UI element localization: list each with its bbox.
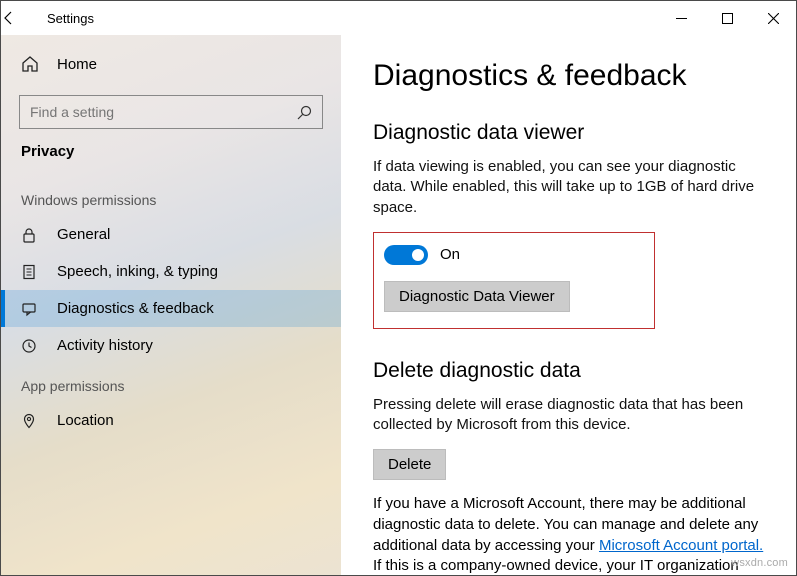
sidebar: Home Privacy Windows permissions General	[1, 35, 341, 575]
titlebar: Settings	[1, 1, 796, 35]
content-pane: Diagnostics & feedback Diagnostic data v…	[341, 35, 796, 575]
minimize-button[interactable]	[658, 2, 704, 34]
viewer-toggle[interactable]	[384, 245, 428, 265]
delete-heading: Delete diagnostic data	[373, 359, 766, 383]
search-icon	[297, 105, 312, 120]
group-app-permissions: App permissions	[1, 364, 341, 402]
viewer-highlight: On Diagnostic Data Viewer	[373, 232, 655, 329]
watermark: wsxdn.com	[731, 557, 788, 569]
nav-label: Location	[57, 412, 114, 429]
home-label: Home	[57, 56, 97, 73]
window-title: Settings	[47, 11, 94, 26]
nav-activity[interactable]: Activity history	[1, 327, 341, 364]
lock-icon	[21, 227, 39, 243]
page-title: Diagnostics & feedback	[373, 59, 766, 93]
category-label: Privacy	[1, 143, 341, 178]
delete-description: Pressing delete will erase diagnostic da…	[373, 395, 766, 436]
group-windows-permissions: Windows permissions	[1, 178, 341, 216]
nav-label: Activity history	[57, 337, 153, 354]
nav-label: Diagnostics & feedback	[57, 300, 214, 317]
toggle-knob	[412, 249, 424, 261]
home-nav[interactable]: Home	[1, 45, 341, 83]
toggle-label: On	[440, 246, 460, 263]
close-button[interactable]	[750, 2, 796, 34]
nav-speech[interactable]: Speech, inking, & typing	[1, 253, 341, 290]
location-icon	[21, 413, 39, 429]
delete-button[interactable]: Delete	[373, 449, 446, 480]
ms-account-portal-link[interactable]: Microsoft Account portal.	[599, 537, 763, 554]
search-box[interactable]	[19, 95, 323, 129]
diagnostic-data-viewer-button[interactable]: Diagnostic Data Viewer	[384, 281, 570, 312]
viewer-description: If data viewing is enabled, you can see …	[373, 157, 766, 218]
nav-label: General	[57, 226, 110, 243]
nav-diagnostics[interactable]: Diagnostics & feedback	[1, 290, 341, 327]
back-button[interactable]	[1, 10, 47, 26]
viewer-heading: Diagnostic data viewer	[373, 121, 766, 145]
document-icon	[21, 264, 39, 280]
delete-extra-info: If you have a Microsoft Account, there m…	[373, 494, 766, 575]
delete-para-post: If this is a company-owned device, your …	[373, 557, 739, 575]
feedback-icon	[21, 301, 39, 317]
home-icon	[21, 55, 39, 73]
nav-location[interactable]: Location	[1, 402, 341, 439]
history-icon	[21, 338, 39, 354]
maximize-button[interactable]	[704, 2, 750, 34]
nav-label: Speech, inking, & typing	[57, 263, 218, 280]
nav-general[interactable]: General	[1, 216, 341, 253]
search-input[interactable]	[30, 104, 297, 120]
